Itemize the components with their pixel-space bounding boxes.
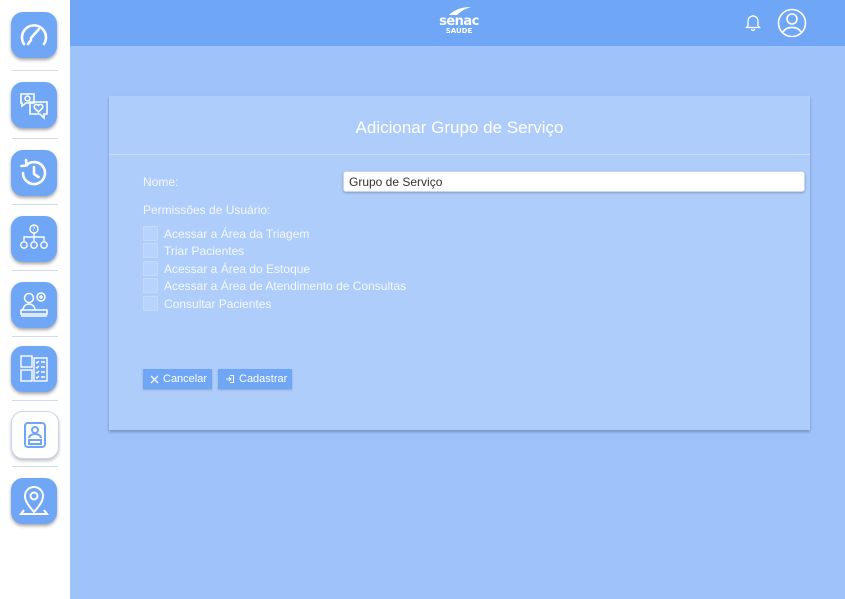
logo-subtext: SAÚDE bbox=[445, 27, 473, 35]
close-icon bbox=[150, 375, 159, 383]
sidebar-item-user-groups[interactable] bbox=[11, 411, 59, 459]
permission-item[interactable]: Acessar a Área do Estoque bbox=[143, 261, 310, 276]
bell-icon[interactable] bbox=[743, 12, 763, 32]
sidebar-item-inventory[interactable] bbox=[11, 346, 57, 392]
sidebar-item-history[interactable] bbox=[11, 150, 57, 196]
permission-checkbox[interactable] bbox=[143, 278, 158, 293]
permission-checkbox[interactable] bbox=[143, 226, 158, 241]
svg-text:?: ? bbox=[32, 226, 35, 233]
senac-saude-logo[interactable]: senac SAÚDE bbox=[434, 6, 484, 40]
main-content: Adicionar Grupo de Serviço Nome: Permiss… bbox=[70, 46, 845, 599]
permissions-label: Permissões de Usuário: bbox=[143, 203, 271, 217]
sidebar-item-hierarchy[interactable]: ? bbox=[11, 216, 57, 262]
permission-item[interactable]: Acessar a Área de Atendimento de Consult… bbox=[143, 278, 406, 293]
doctor-desk-icon bbox=[20, 292, 48, 317]
cancel-button-label: Cancelar bbox=[163, 373, 208, 385]
cancel-button[interactable]: Cancelar bbox=[143, 369, 212, 389]
permission-checkbox[interactable] bbox=[143, 243, 158, 258]
permission-checkbox[interactable] bbox=[143, 296, 158, 311]
page-title: Adicionar Grupo de Serviço bbox=[355, 118, 564, 137]
sidebar-item-locations[interactable] bbox=[11, 478, 57, 524]
add-service-group-form: Adicionar Grupo de Serviço Nome: Permiss… bbox=[109, 96, 810, 430]
permission-label: Acessar a Área da Triagem bbox=[164, 226, 310, 241]
org-chart-icon: ? bbox=[20, 224, 48, 249]
sidebar-item-attendance[interactable] bbox=[11, 282, 57, 328]
permission-label: Triar Pacientes bbox=[164, 243, 245, 258]
history-icon bbox=[20, 158, 47, 186]
permission-item[interactable]: Consultar Pacientes bbox=[143, 296, 271, 311]
name-input[interactable] bbox=[343, 171, 805, 192]
permission-label: Consultar Pacientes bbox=[164, 296, 272, 311]
permission-label: Acessar a Área do Estoque bbox=[164, 261, 311, 276]
submit-button-label: Cadastrar bbox=[239, 373, 288, 385]
id-badge-icon bbox=[24, 422, 46, 448]
submit-button[interactable]: Cadastrar bbox=[218, 369, 292, 389]
title-divider bbox=[109, 154, 810, 155]
name-label: Nome: bbox=[143, 175, 179, 189]
permission-checkbox[interactable] bbox=[143, 261, 158, 276]
sidebar: ? bbox=[0, 0, 70, 599]
permission-item[interactable]: Triar Pacientes bbox=[143, 243, 244, 258]
sidebar-item-care[interactable] bbox=[11, 82, 57, 128]
heart-chat-icon bbox=[20, 93, 48, 120]
permission-label: Acessar a Área de Atendimento de Consult… bbox=[164, 278, 407, 293]
sidebar-item-dashboard[interactable] bbox=[11, 12, 57, 58]
permission-item[interactable]: Acessar a Área da Triagem bbox=[143, 226, 309, 241]
boxes-checklist-icon bbox=[20, 355, 48, 382]
speedometer-icon bbox=[20, 24, 48, 46]
map-pin-icon bbox=[19, 486, 49, 515]
top-bar: senac SAÚDE bbox=[70, 0, 845, 46]
login-icon bbox=[226, 375, 234, 383]
user-icon[interactable] bbox=[777, 8, 807, 38]
